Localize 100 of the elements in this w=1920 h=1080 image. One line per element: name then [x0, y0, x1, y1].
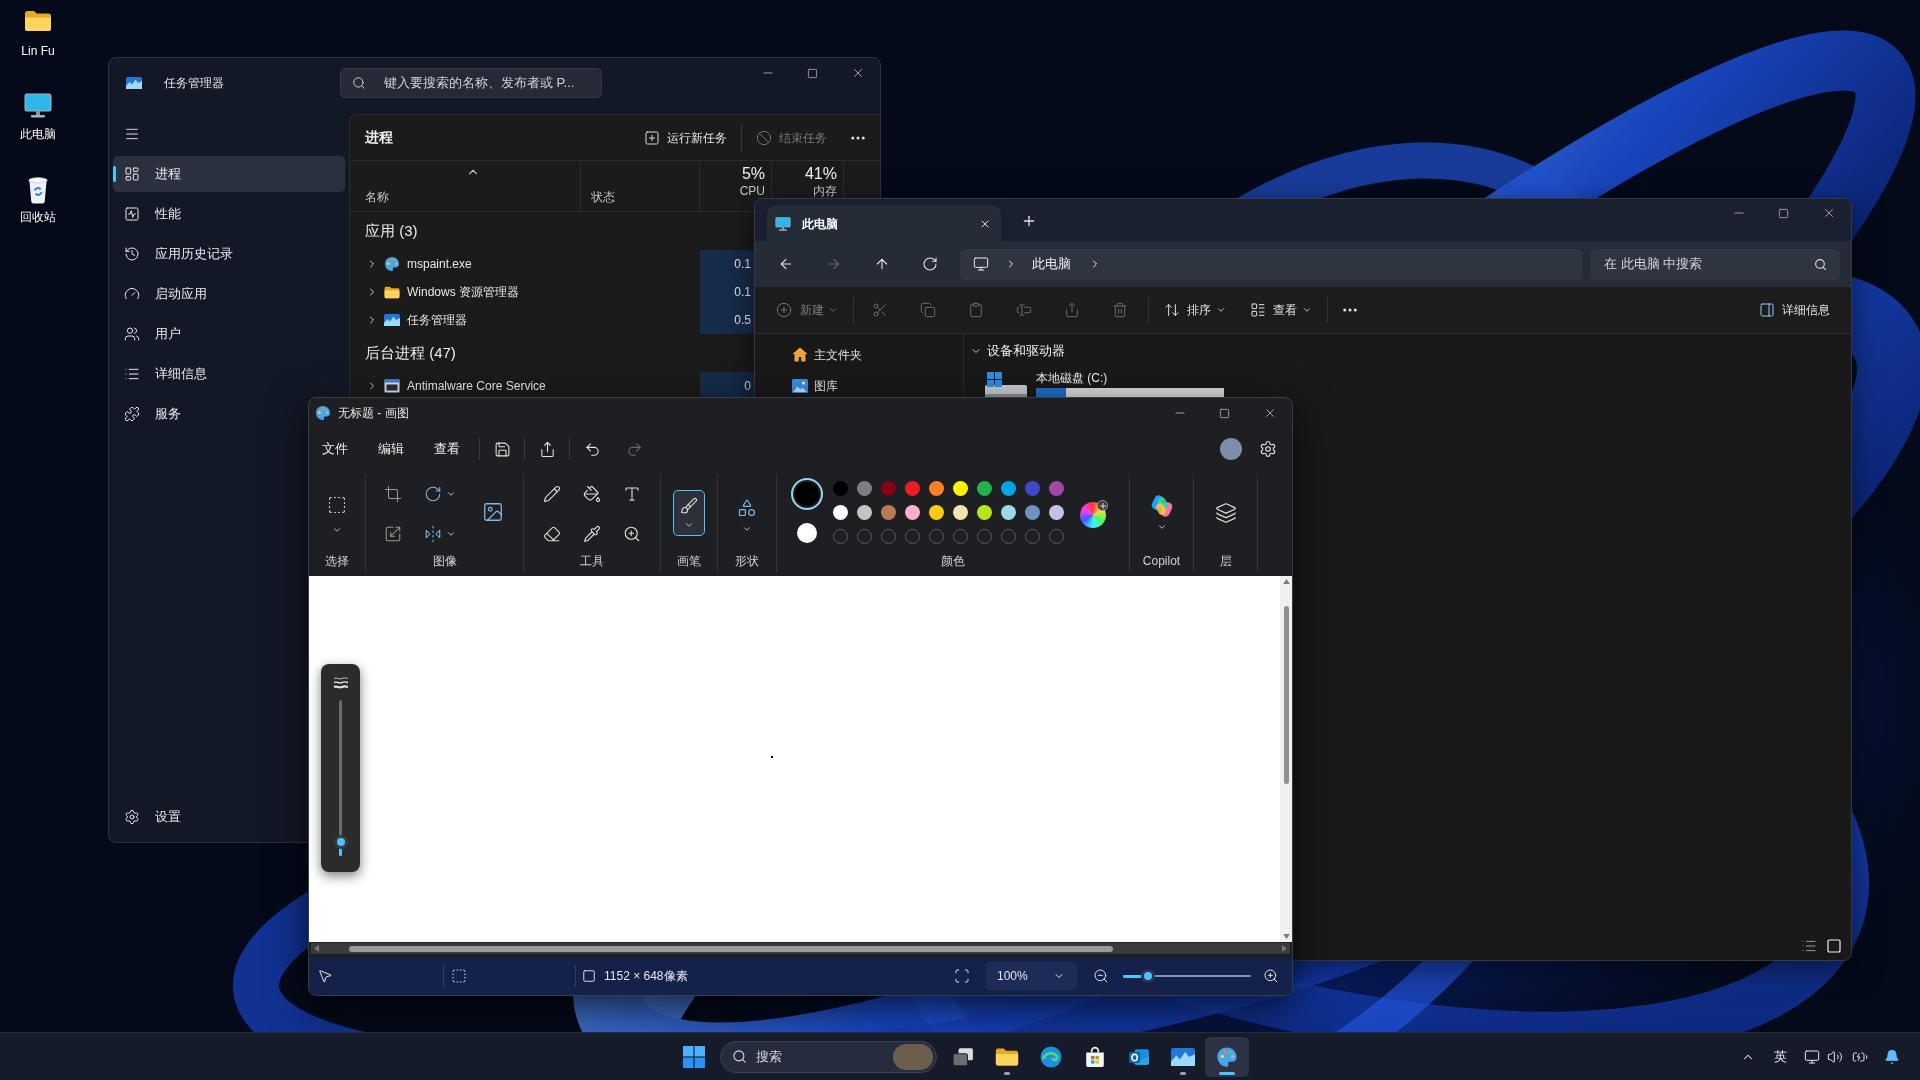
nav-item[interactable]: 用户 — [113, 316, 303, 352]
text-icon[interactable] — [623, 485, 641, 503]
search-input[interactable]: 在 此电脑 中搜索 — [1604, 254, 1814, 274]
color-swatch[interactable] — [953, 481, 968, 496]
scroll-up-icon[interactable] — [1282, 579, 1290, 584]
search-input[interactable]: 键入要搜索的名称、发布者或 P... — [384, 73, 598, 93]
monitor-icon[interactable] — [1804, 1048, 1820, 1065]
color-swatch[interactable] — [977, 505, 992, 520]
tile-view-icon[interactable] — [1826, 938, 1842, 954]
nav-item[interactable]: 应用历史记录 — [113, 236, 303, 272]
zoom-slider[interactable] — [1123, 969, 1251, 983]
bell-icon[interactable] — [1884, 1048, 1900, 1065]
color-swatch[interactable] — [929, 505, 944, 520]
details-pane-button[interactable]: 详细信息 — [1759, 294, 1830, 326]
view-button[interactable]: 查看 — [1250, 294, 1312, 326]
magnifier-icon[interactable] — [623, 525, 641, 543]
chevron-down-icon[interactable] — [446, 489, 456, 499]
chevron-down-icon[interactable] — [1156, 522, 1167, 532]
color-swatch[interactable] — [881, 505, 896, 520]
scrollbar-thumb[interactable] — [1283, 606, 1289, 784]
desktop-icon-label[interactable]: 此电脑 — [20, 127, 56, 141]
volume-icon[interactable] — [1827, 1048, 1843, 1065]
zoom-out-icon[interactable] — [1093, 968, 1109, 984]
resize-icon[interactable] — [384, 525, 402, 543]
process-name[interactable]: Antimalware Core Service — [407, 377, 546, 395]
process-name[interactable]: mspaint.exe — [407, 255, 472, 273]
color-swatch[interactable] — [1049, 505, 1064, 520]
paint-bucket-icon[interactable] — [583, 485, 601, 503]
tab[interactable]: 此电脑 — [767, 206, 1001, 241]
picture-icon[interactable] — [482, 501, 504, 523]
slider-thumb[interactable] — [1141, 969, 1156, 983]
color-wheel-icon[interactable] — [1080, 500, 1108, 528]
slider-thumb[interactable] — [333, 834, 348, 849]
color-swatch[interactable] — [977, 481, 992, 496]
color-swatch[interactable] — [881, 481, 896, 496]
desktop-icon-label[interactable]: Lin Fu — [21, 44, 55, 58]
crop-icon[interactable] — [384, 485, 402, 503]
color-swatch[interactable] — [857, 505, 872, 520]
process-name[interactable]: 任务管理器 — [407, 311, 467, 329]
monitor-icon[interactable] — [24, 93, 52, 118]
search-field[interactable]: 键入要搜索的名称、发布者或 P... — [340, 68, 602, 98]
primary-color-swatch[interactable] — [791, 478, 823, 510]
nav-item[interactable]: 服务 — [113, 396, 303, 432]
brush-size-slider[interactable] — [333, 700, 348, 856]
input-method-indicator[interactable]: 英 — [1774, 1046, 1787, 1067]
menu-item[interactable]: 查看 — [424, 433, 470, 465]
color-swatch[interactable] — [1025, 481, 1040, 496]
color-swatch[interactable] — [953, 505, 968, 520]
chevron-down-icon[interactable] — [446, 529, 456, 539]
nav-item[interactable]: 性能 — [113, 196, 303, 232]
taskbar-app-button[interactable] — [1205, 1036, 1249, 1077]
color-swatch[interactable] — [1001, 481, 1016, 496]
menu-icon[interactable] — [124, 126, 140, 142]
color-swatch[interactable] — [929, 481, 944, 496]
settings-icon[interactable] — [1259, 440, 1277, 458]
brush-tool-button[interactable] — [673, 490, 705, 536]
corner-brackets-icon[interactable] — [954, 968, 970, 984]
recycle-bin-icon[interactable] — [27, 176, 49, 204]
run-new-task-button[interactable]: 运行新任务 — [636, 121, 735, 154]
settings-item[interactable]: 设置 — [113, 799, 303, 835]
maximize-icon[interactable] — [1219, 407, 1230, 419]
column-header[interactable]: 状态 — [591, 188, 615, 206]
nav-item[interactable]: 启动应用 — [113, 276, 303, 312]
start-icon[interactable] — [683, 1045, 705, 1068]
scrollbar-thumb[interactable] — [349, 945, 1113, 952]
column-header[interactable]: CPU — [739, 184, 765, 198]
layers-icon[interactable] — [1214, 502, 1237, 524]
column-header[interactable]: 内存 — [813, 184, 837, 198]
menu-item[interactable]: 编辑 — [368, 433, 414, 465]
nav-pane-item[interactable]: 主文件夹 — [755, 339, 963, 370]
color-swatch[interactable] — [1001, 505, 1016, 520]
search-input[interactable]: 搜索 — [756, 1046, 876, 1067]
section-header[interactable]: 设备和驱动器 — [987, 341, 1065, 361]
desktop-icon-label[interactable]: 回收站 — [20, 210, 56, 224]
new-tab-icon[interactable] — [1021, 213, 1037, 229]
color-swatch[interactable] — [1025, 505, 1040, 520]
color-swatch[interactable] — [905, 505, 920, 520]
chevron-down-icon[interactable] — [742, 524, 752, 534]
chevron-down-icon[interactable] — [332, 525, 342, 535]
color-swatch[interactable] — [905, 481, 920, 496]
color-swatch[interactable] — [833, 505, 848, 520]
nav-item[interactable]: 进程 — [113, 156, 345, 192]
scroll-left-icon[interactable] — [314, 945, 319, 952]
column-header[interactable]: 名称 — [365, 188, 389, 206]
nav-item[interactable]: 详细信息 — [113, 356, 303, 392]
up-arrow-icon[interactable] — [874, 256, 890, 272]
color-swatch[interactable] — [1049, 481, 1064, 496]
color-swatch[interactable] — [857, 481, 872, 496]
eraser-icon[interactable] — [543, 525, 561, 543]
undo-icon[interactable] — [583, 440, 601, 458]
pencil-icon[interactable] — [543, 485, 561, 503]
search-field[interactable]: 在 此电脑 中搜索 — [1590, 248, 1840, 280]
multicolor-logo-icon[interactable] — [1149, 494, 1174, 518]
rotate-icon[interactable] — [424, 485, 442, 503]
dashed-selection-icon[interactable] — [327, 495, 347, 515]
process-name[interactable]: Windows 资源管理器 — [407, 283, 519, 301]
vertical-scrollbar[interactable] — [1280, 576, 1292, 942]
breadcrumb-item[interactable]: 此电脑 — [1032, 254, 1071, 274]
flip-icon[interactable] — [424, 525, 442, 543]
account-avatar[interactable] — [1220, 438, 1242, 460]
